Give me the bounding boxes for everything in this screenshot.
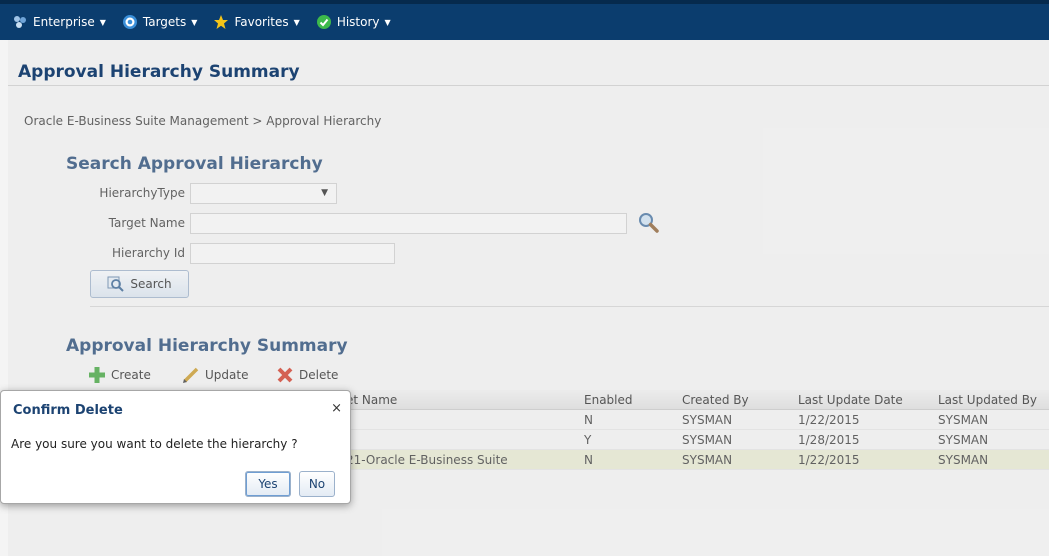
enterprise-menu[interactable]: Enterprise ▼ [12,14,106,30]
no-button[interactable]: No [299,471,335,497]
star-icon [213,14,229,30]
yes-button[interactable]: Yes [245,471,291,497]
top-navigation-bar: Enterprise ▼ Targets ▼ Favorites ▼ Histo… [0,0,1049,40]
history-menu-label: History [336,15,380,29]
close-icon[interactable]: × [331,401,342,416]
chevron-down-icon: ▼ [191,17,198,27]
history-icon [316,14,332,30]
chevron-down-icon: ▼ [293,17,300,27]
enterprise-icon [12,14,28,30]
targets-menu-label: Targets [142,15,187,29]
favorites-menu[interactable]: Favorites ▼ [213,14,300,30]
chevron-down-icon: ▼ [384,17,391,27]
targets-icon [122,14,138,30]
dialog-message: Are you sure you want to delete the hier… [11,437,298,451]
favorites-menu-label: Favorites [234,15,289,29]
history-menu[interactable]: History ▼ [316,14,391,30]
targets-menu[interactable]: Targets ▼ [122,14,198,30]
page-title: Approval Hierarchy Summary [18,62,300,82]
confirm-delete-dialog: Confirm Delete × Are you sure you want t… [0,390,351,504]
enterprise-menu-label: Enterprise [33,15,95,29]
chevron-down-icon: ▼ [99,17,106,27]
page-header: Approval Hierarchy Summary [8,40,1049,86]
dialog-title: Confirm Delete [13,403,123,418]
